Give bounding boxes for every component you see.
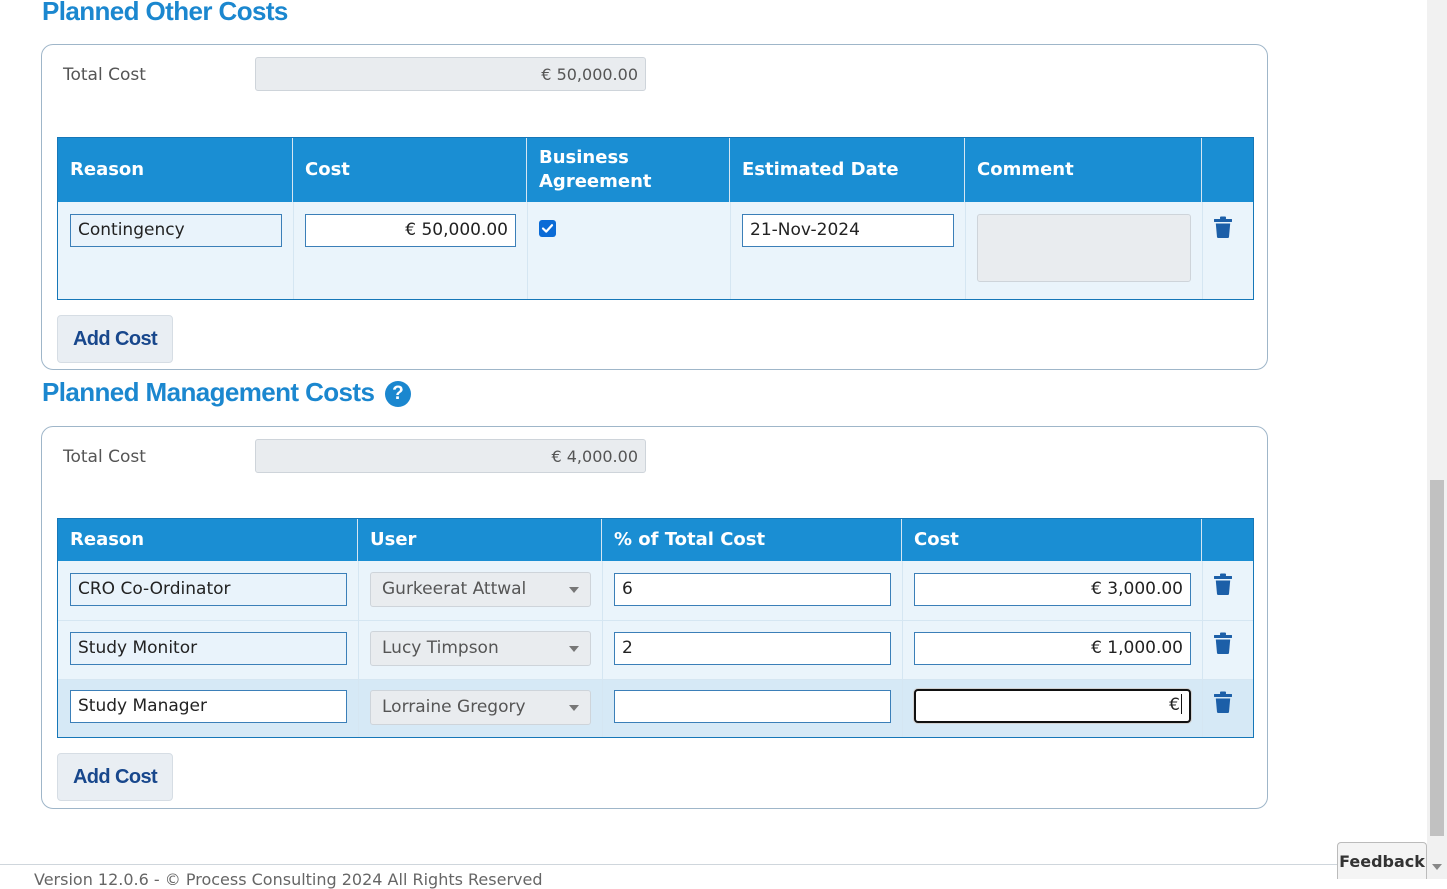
col-percent-total-cost: % of Total Cost bbox=[602, 519, 902, 561]
footer-text: Version 12.0.6 - © Process Consulting 20… bbox=[34, 870, 543, 889]
chevron-down-icon bbox=[569, 705, 579, 711]
management-costs-panel: Total Cost € 4,000.00 Reason User % of T… bbox=[41, 426, 1268, 809]
col-comment: Comment bbox=[965, 138, 1202, 202]
col-actions bbox=[1202, 138, 1253, 202]
percent-input[interactable]: 2 bbox=[614, 632, 891, 665]
business-agreement-checkbox[interactable] bbox=[539, 220, 556, 237]
user-select[interactable]: Gurkeerat Attwal bbox=[370, 572, 591, 607]
col-estimated-date: Estimated Date bbox=[730, 138, 965, 202]
scrollbar-thumb[interactable] bbox=[1430, 480, 1444, 836]
footer-divider bbox=[0, 864, 1427, 865]
col-reason: Reason bbox=[58, 519, 358, 561]
cost-input-focused[interactable]: € bbox=[914, 689, 1191, 723]
col-cost: Cost bbox=[293, 138, 527, 202]
trash-icon[interactable] bbox=[1214, 216, 1232, 238]
user-select[interactable]: Lorraine Gregory bbox=[370, 690, 591, 725]
feedback-button[interactable]: Feedback bbox=[1337, 842, 1427, 879]
reason-input[interactable]: Study Monitor bbox=[70, 632, 347, 665]
other-costs-table: Reason Cost Business Agreement Estimated… bbox=[57, 137, 1254, 300]
management-costs-table: Reason User % of Total Cost Cost CRO Co-… bbox=[57, 518, 1254, 738]
reason-input[interactable]: Contingency bbox=[70, 214, 282, 247]
reason-input[interactable]: CRO Co-Ordinator bbox=[70, 573, 347, 606]
management-costs-title: Planned Management Costs ? bbox=[42, 377, 411, 408]
user-select-value: Lorraine Gregory bbox=[382, 697, 526, 717]
chevron-down-icon bbox=[569, 646, 579, 652]
management-costs-title-text: Planned Management Costs bbox=[42, 377, 375, 407]
trash-icon[interactable] bbox=[1214, 632, 1232, 654]
management-total-field: € 4,000.00 bbox=[255, 439, 646, 473]
chevron-down-icon bbox=[569, 587, 579, 593]
cost-input[interactable]: € 3,000.00 bbox=[914, 573, 1191, 606]
percent-input[interactable] bbox=[614, 690, 891, 723]
comment-textarea[interactable] bbox=[977, 214, 1191, 282]
cost-input[interactable]: € 1,000.00 bbox=[914, 632, 1191, 665]
management-total-label: Total Cost bbox=[63, 447, 146, 467]
cost-input-value: € bbox=[1169, 695, 1180, 715]
reason-input[interactable]: Study Manager bbox=[70, 690, 347, 723]
col-cost: Cost bbox=[902, 519, 1202, 561]
trash-icon[interactable] bbox=[1214, 691, 1232, 713]
checkmark-icon bbox=[541, 224, 554, 233]
cost-input[interactable]: € 50,000.00 bbox=[305, 214, 516, 247]
add-other-cost-button[interactable]: Add Cost bbox=[57, 315, 173, 363]
scroll-down-arrow-icon[interactable] bbox=[1432, 864, 1442, 870]
percent-input[interactable]: 6 bbox=[614, 573, 891, 606]
user-select[interactable]: Lucy Timpson bbox=[370, 631, 591, 666]
other-costs-title: Planned Other Costs bbox=[42, 0, 288, 26]
trash-icon[interactable] bbox=[1214, 573, 1232, 595]
col-actions bbox=[1202, 519, 1253, 561]
col-reason: Reason bbox=[58, 138, 293, 202]
other-costs-panel: Total Cost € 50,000.00 Reason Cost Busin… bbox=[41, 44, 1268, 370]
other-total-field: € 50,000.00 bbox=[255, 57, 646, 91]
text-caret bbox=[1181, 694, 1182, 714]
estimated-date-input[interactable]: 21-Nov-2024 bbox=[742, 214, 954, 247]
add-management-cost-button[interactable]: Add Cost bbox=[57, 753, 173, 801]
col-business-agreement: Business Agreement bbox=[527, 138, 730, 202]
help-icon[interactable]: ? bbox=[384, 381, 411, 407]
user-select-value: Lucy Timpson bbox=[382, 638, 499, 658]
page-scrollbar[interactable] bbox=[1427, 0, 1447, 879]
user-select-value: Gurkeerat Attwal bbox=[382, 579, 527, 599]
col-user: User bbox=[358, 519, 602, 561]
other-total-label: Total Cost bbox=[63, 65, 146, 85]
